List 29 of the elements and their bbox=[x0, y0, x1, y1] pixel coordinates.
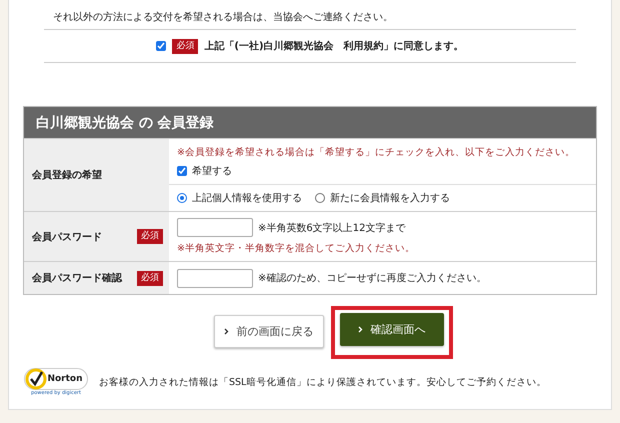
logo-name: Norton bbox=[47, 374, 83, 384]
chevron-icon bbox=[358, 326, 362, 333]
section-header: 白川郷観光協会 の 会員登録 bbox=[24, 107, 596, 138]
required-label: 必須 bbox=[137, 270, 163, 286]
radio-label: 新たに会員情報を入力する bbox=[330, 192, 450, 205]
note-text: ※会員登録を希望される場合は「希望する」にチェックを入れ、以下をご入力ください。 bbox=[177, 146, 576, 158]
required-label: 必須 bbox=[172, 38, 198, 54]
note-text: ※半角英文字・半角数字を混合してご入力ください。 bbox=[177, 242, 416, 255]
confirm-button[interactable]: 確認画面へ bbox=[340, 313, 444, 346]
back-button[interactable]: 前の画面に戻る bbox=[214, 315, 324, 348]
radio-label: 上記個人情報を使用する bbox=[192, 192, 302, 205]
checkbox-label: 希望する bbox=[192, 164, 232, 178]
wish-checkbox[interactable] bbox=[177, 166, 187, 176]
security-text: お客様の入力された情報は「SSL暗号化通信」により保護されています。安心してご予約ください。 bbox=[99, 376, 546, 388]
agree-checkbox[interactable] bbox=[156, 41, 166, 51]
radio-button[interactable] bbox=[315, 193, 325, 203]
radio-button[interactable] bbox=[177, 193, 187, 203]
row-label: 会員登録の希望 bbox=[24, 139, 169, 211]
row-label: 会員パスワード確認 必須 bbox=[24, 262, 169, 294]
notice-text: それ以外の方法による交付を希望される場合は、当協会へご連絡ください。 bbox=[52, 10, 394, 25]
password-field[interactable] bbox=[177, 218, 253, 237]
hint-text: ※確認のため、コピーせずに再度ご入力ください。 bbox=[258, 272, 486, 285]
agree-text: 上記「(一社)白川郷観光協会 利用規約」に同意します。 bbox=[204, 40, 464, 53]
checkmark-icon bbox=[25, 368, 48, 390]
required-label: 必須 bbox=[137, 229, 163, 244]
password-field[interactable] bbox=[177, 268, 253, 288]
hint-text: ※半角英数6文字以上12文字まで bbox=[258, 222, 406, 234]
chevron-icon bbox=[224, 328, 228, 335]
row-label: 会員パスワード 必須 bbox=[24, 212, 169, 261]
